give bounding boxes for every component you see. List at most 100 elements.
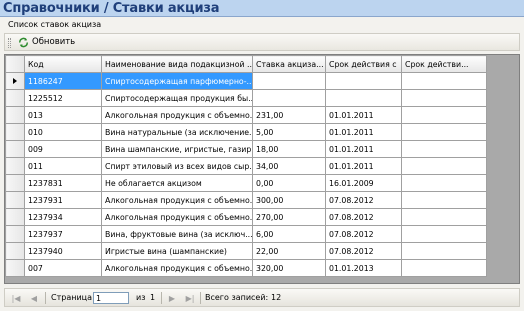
row-header[interactable] — [5, 259, 25, 277]
cell-valid-from[interactable]: 07.08.2012 — [325, 242, 402, 260]
cell-valid-from[interactable]: 01.01.2011 — [325, 140, 402, 158]
cell-code[interactable]: 1237931 — [24, 191, 102, 209]
cell-name[interactable]: Игристые вина (шампанские) — [101, 242, 253, 260]
cell-rate[interactable]: 320,00 — [252, 259, 326, 277]
table-row[interactable]: 013 Алкогольная продукция с объемно... 231… — [5, 106, 487, 124]
cell-valid-from[interactable] — [325, 72, 402, 90]
column-header-name[interactable]: Наименование вида подакцизной ... — [101, 55, 253, 73]
cell-rate[interactable]: 34,00 — [252, 157, 326, 175]
cell-valid-from[interactable]: 01.01.2011 — [325, 123, 402, 141]
cell-valid-to[interactable] — [401, 140, 487, 158]
cell-rate[interactable]: 270,00 — [252, 208, 326, 226]
cell-name[interactable]: Алкогольная продукция с объемно... — [101, 106, 253, 124]
row-header[interactable] — [5, 191, 25, 209]
row-header[interactable] — [5, 89, 25, 107]
first-page-icon: |◀ — [11, 293, 21, 303]
cell-name[interactable]: Не облагается акцизом — [101, 174, 253, 192]
cell-name[interactable]: Спиртосодержащая парфюмерно-... — [101, 72, 253, 90]
table-row[interactable]: 1237934 Алкогольная продукция с объемно..… — [5, 208, 487, 226]
cell-valid-from[interactable]: 07.08.2012 — [325, 191, 402, 209]
cell-name[interactable]: Алкогольная продукция с объемно... — [101, 259, 253, 277]
table-row[interactable]: 010 Вина натуральные (за исключение... 5,0… — [5, 123, 487, 141]
cell-code[interactable]: 1225512 — [24, 89, 102, 107]
cell-rate[interactable] — [252, 89, 326, 107]
cell-name[interactable]: Спирт этиловый из всех видов сыр... — [101, 157, 253, 175]
column-header-valid-from[interactable]: Срок действия с — [325, 55, 402, 73]
table-row[interactable]: 1225512 Спиртосодержащая продукция бы... — [5, 89, 487, 107]
cell-rate[interactable]: 0,00 — [252, 174, 326, 192]
row-header[interactable] — [5, 225, 25, 243]
prev-page-button[interactable]: ◀ — [28, 292, 40, 304]
row-header[interactable] — [5, 208, 25, 226]
cell-valid-to[interactable] — [401, 225, 487, 243]
cell-code[interactable]: 007 — [24, 259, 102, 277]
cell-rate[interactable]: 6,00 — [252, 225, 326, 243]
refresh-button[interactable]: Обновить — [15, 35, 78, 50]
cell-valid-to[interactable] — [401, 72, 487, 90]
cell-name[interactable]: Спиртосодержащая продукция бы... — [101, 89, 253, 107]
cell-valid-to[interactable] — [401, 174, 487, 192]
row-header[interactable] — [5, 242, 25, 260]
toolbar-grip[interactable] — [8, 38, 11, 48]
cell-rate[interactable]: 231,00 — [252, 106, 326, 124]
cell-name[interactable]: Алкогольная продукция с объемно... — [101, 208, 253, 226]
row-header[interactable] — [5, 140, 25, 158]
next-page-button[interactable]: ▶ — [166, 292, 178, 304]
cell-valid-from[interactable] — [325, 89, 402, 107]
cell-code[interactable]: 1237937 — [24, 225, 102, 243]
next-page-icon: ▶ — [168, 293, 176, 303]
cell-code[interactable]: 010 — [24, 123, 102, 141]
cell-valid-to[interactable] — [401, 157, 487, 175]
cell-rate[interactable] — [252, 72, 326, 90]
cell-valid-from[interactable]: 16.01.2009 — [325, 174, 402, 192]
cell-valid-to[interactable] — [401, 208, 487, 226]
first-page-button[interactable]: |◀ — [10, 292, 22, 304]
cell-name[interactable]: Алкогольная продукция с объемно... — [101, 191, 253, 209]
cell-valid-to[interactable] — [401, 123, 487, 141]
cell-code[interactable]: 1237934 — [24, 208, 102, 226]
cell-code[interactable]: 1237940 — [24, 242, 102, 260]
column-header-rate[interactable]: Ставка акциза... — [252, 55, 326, 73]
cell-valid-to[interactable] — [401, 106, 487, 124]
cell-code[interactable]: 009 — [24, 140, 102, 158]
cell-code[interactable]: 011 — [24, 157, 102, 175]
cell-code[interactable]: 1186247 — [24, 72, 102, 90]
row-header[interactable] — [5, 106, 25, 124]
cell-valid-to[interactable] — [401, 242, 487, 260]
table-row[interactable]: 007 Алкогольная продукция с объемно... 320… — [5, 259, 487, 277]
last-page-button[interactable]: ▶| — [184, 292, 196, 304]
cell-valid-from[interactable]: 07.08.2012 — [325, 225, 402, 243]
cell-code[interactable]: 013 — [24, 106, 102, 124]
cell-valid-to[interactable] — [401, 259, 487, 277]
cell-valid-from[interactable]: 07.08.2012 — [325, 208, 402, 226]
row-header[interactable] — [5, 157, 25, 175]
cell-rate[interactable]: 5,00 — [252, 123, 326, 141]
cell-rate[interactable]: 22,00 — [252, 242, 326, 260]
table-row[interactable]: 1237931 Алкогольная продукция с объемно..… — [5, 191, 487, 209]
cell-valid-from[interactable]: 01.01.2011 — [325, 157, 402, 175]
cell-name[interactable]: Вина натуральные (за исключение... — [101, 123, 253, 141]
table-row[interactable]: 009 Вина шампанские, игристые, газир... 18… — [5, 140, 487, 158]
column-header-valid-to[interactable]: Срок действи... — [401, 55, 487, 73]
table-row[interactable]: 011 Спирт этиловый из всех видов сыр... 34… — [5, 157, 487, 175]
row-header[interactable] — [5, 174, 25, 192]
row-header[interactable] — [5, 72, 25, 90]
nav-separator — [161, 292, 162, 304]
cell-code[interactable]: 1237831 — [24, 174, 102, 192]
cell-rate[interactable]: 18,00 — [252, 140, 326, 158]
cell-rate[interactable]: 300,00 — [252, 191, 326, 209]
page-number-input[interactable] — [93, 292, 129, 304]
cell-valid-to[interactable] — [401, 191, 487, 209]
row-header[interactable] — [5, 123, 25, 141]
table-row[interactable]: 1237940 Игристые вина (шампанские) 22,00 07… — [5, 242, 487, 260]
cell-valid-from[interactable]: 01.01.2011 — [325, 106, 402, 124]
excise-rates-grid[interactable]: Код Наименование вида подакцизной ... Ст… — [4, 54, 520, 284]
cell-valid-from[interactable]: 01.01.2013 — [325, 259, 402, 277]
column-header-code[interactable]: Код — [24, 55, 102, 73]
table-row[interactable]: 1186247 Спиртосодержащая парфюмерно-... — [5, 72, 487, 90]
cell-name[interactable]: Вина, фруктовые вина (за исключ... — [101, 225, 253, 243]
cell-name[interactable]: Вина шампанские, игристые, газир... — [101, 140, 253, 158]
table-row[interactable]: 1237937 Вина, фруктовые вина (за исключ..… — [5, 225, 487, 243]
table-row[interactable]: 1237831 Не облагается акцизом 0,00 16.01.20… — [5, 174, 487, 192]
cell-valid-to[interactable] — [401, 89, 487, 107]
